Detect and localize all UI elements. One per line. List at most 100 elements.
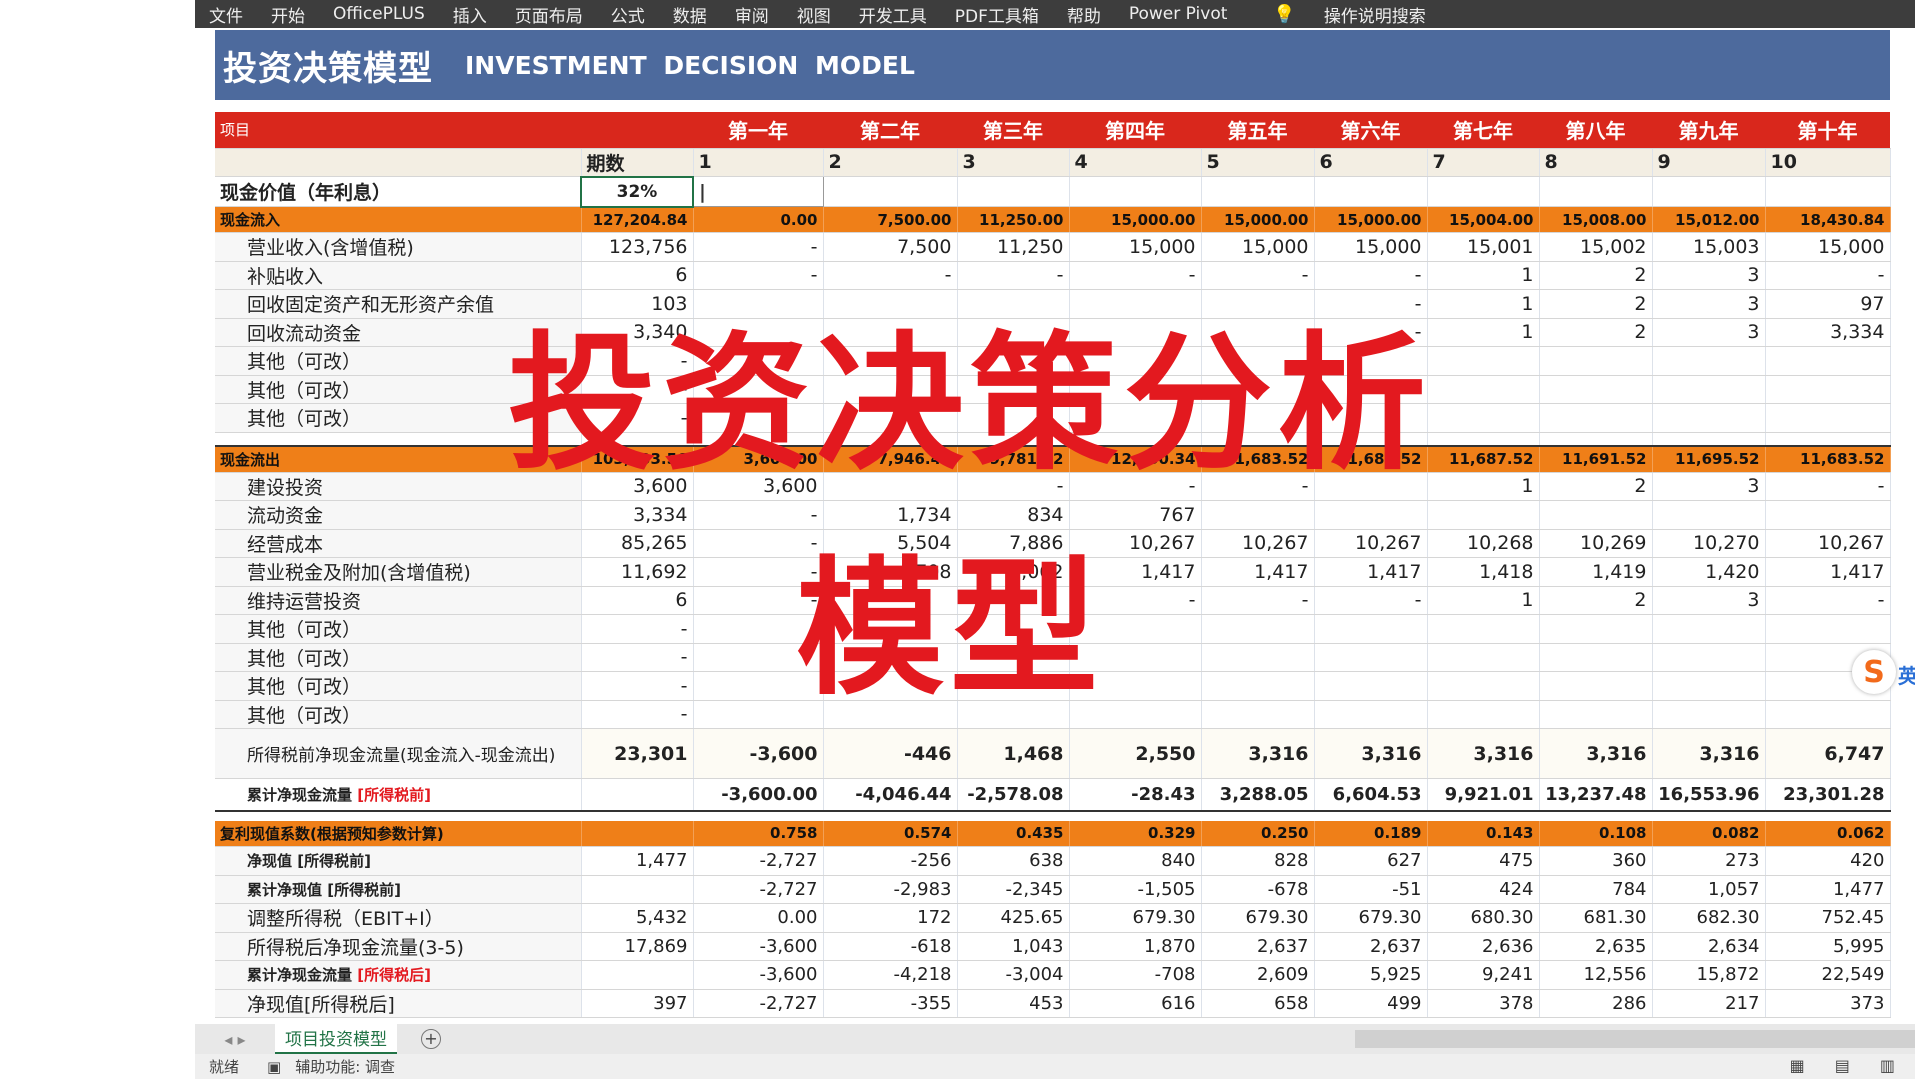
outflow-item-val-4[interactable] [1069, 700, 1202, 729]
bottom-val-4[interactable]: -1,505 [1069, 875, 1202, 904]
outflow-val-5[interactable]: 11,683.52 [1201, 446, 1315, 473]
outflow-item-val-7[interactable] [1427, 500, 1540, 530]
cum-pretax-val-8[interactable]: 13,237.48 [1539, 778, 1653, 812]
inflow-item-val-0[interactable]: 123,756 [581, 232, 694, 262]
inflow-item-val-0[interactable]: 3,340 [581, 318, 694, 347]
inflow-item-val-1[interactable] [693, 403, 824, 433]
inflow-item-label[interactable]: 回收固定资产和无形资产余值 [215, 289, 582, 319]
period-3[interactable]: 3 [957, 148, 1070, 177]
inflow-item-val-1[interactable]: - [693, 261, 824, 290]
cum-pretax-label[interactable]: 累计净现金流量 [所得税前] [215, 778, 582, 812]
outflow-val-2[interactable]: 7,946.44 [823, 446, 958, 473]
outflow-item-val-8[interactable] [1539, 643, 1653, 672]
inflow-item-val-2[interactable] [823, 346, 958, 376]
outflow-item-val-9[interactable] [1652, 614, 1766, 644]
outflow-item-label[interactable]: 营业税金及附加(含增值税) [215, 557, 582, 587]
inflow-item-val-3[interactable] [957, 403, 1070, 433]
outflow-item-val-2[interactable]: 708 [823, 557, 958, 587]
ribbon-tab-9[interactable]: 开发工具 [845, 2, 941, 27]
outflow-val-4[interactable]: 12,450.34 [1069, 446, 1202, 473]
sheet-nav-arrows-icon[interactable]: ◂ ▸ [195, 1030, 275, 1049]
bottom-val-0[interactable]: 1,477 [581, 846, 694, 876]
spacer[interactable] [215, 432, 582, 447]
cum-pretax-val-10[interactable]: 23,301.28 [1765, 778, 1891, 812]
spacer[interactable] [1427, 432, 1540, 447]
bottom-val-4[interactable]: 679.30 [1069, 903, 1202, 933]
outflow-item-val-5[interactable] [1201, 500, 1315, 530]
bottom-val-7[interactable]: 378 [1427, 989, 1540, 1018]
inflow-item-val-6[interactable] [1314, 346, 1428, 376]
bottom-val-5[interactable]: 658 [1201, 989, 1315, 1018]
bottom-val-8[interactable]: 784 [1539, 875, 1653, 904]
inflow-item-val-1[interactable] [693, 318, 824, 347]
inflow-item-val-5[interactable]: 15,000 [1201, 232, 1315, 262]
bottom-val-10[interactable]: 373 [1765, 989, 1891, 1018]
pretax-ncf-val-7[interactable]: 3,316 [1427, 728, 1540, 779]
inflow-item-val-8[interactable] [1539, 375, 1653, 404]
cum-pretax-val-4[interactable]: -28.43 [1069, 778, 1202, 812]
outflow-val-10[interactable]: 11,683.52 [1765, 446, 1891, 473]
outflow-item-label[interactable]: 建设投资 [215, 472, 582, 501]
pretax-ncf-val-4[interactable]: 2,550 [1069, 728, 1202, 779]
bottom-val-6[interactable]: 5,925 [1314, 960, 1428, 990]
bottom-val-3[interactable]: 453 [957, 989, 1070, 1018]
outflow-item-val-7[interactable]: 1 [1427, 586, 1540, 615]
inflow-item-val-2[interactable] [823, 375, 958, 404]
bottom-label[interactable]: 净现值 [所得税前] [215, 846, 582, 876]
inflow-item-val-1[interactable]: - [693, 232, 824, 262]
outflow-item-val-4[interactable]: - [1069, 472, 1202, 501]
inflow-item-label[interactable]: 其他（可改） [215, 375, 582, 404]
header-year-5[interactable]: 第五年 [1201, 112, 1314, 149]
inflow-item-val-1[interactable] [693, 289, 824, 319]
bottom-val-7[interactable]: 680.30 [1427, 903, 1540, 933]
bottom-val-4[interactable]: 616 [1069, 989, 1202, 1018]
outflow-item-val-0[interactable]: - [581, 643, 694, 672]
gap[interactable] [823, 811, 957, 821]
outflow-item-val-8[interactable]: 2 [1539, 472, 1653, 501]
outflow-item-val-8[interactable] [1539, 671, 1653, 701]
gap[interactable] [1201, 811, 1314, 821]
header-total[interactable] [581, 112, 693, 149]
horizontal-scrollbar[interactable] [1355, 1030, 1915, 1048]
bottom-val-5[interactable]: 2,609 [1201, 960, 1315, 990]
inflow-item-val-5[interactable]: - [1201, 261, 1315, 290]
bottom-val-1[interactable]: -2,727 [693, 875, 824, 904]
bottom-val-2[interactable]: -4,218 [823, 960, 958, 990]
bottom-val-0[interactable] [581, 875, 694, 904]
discount-val-5[interactable]: 0.250 [1201, 820, 1315, 847]
bottom-val-8[interactable]: 12,556 [1539, 960, 1653, 990]
header-label[interactable]: 项目 [215, 112, 581, 149]
inflow-item-val-5[interactable] [1201, 318, 1315, 347]
inflow-item-val-6[interactable]: - [1314, 318, 1428, 347]
bottom-val-10[interactable]: 420 [1765, 846, 1891, 876]
bottom-val-2[interactable]: 172 [823, 903, 958, 933]
inflow-item-val-4[interactable] [1069, 403, 1202, 433]
outflow-item-val-5[interactable]: - [1201, 472, 1315, 501]
cum-pretax-val-7[interactable]: 9,921.01 [1427, 778, 1540, 812]
discount-val-10[interactable]: 0.062 [1765, 820, 1891, 847]
outflow-item-val-7[interactable] [1427, 614, 1540, 644]
inflow-item-val-3[interactable]: 11,250 [957, 232, 1070, 262]
bottom-val-9[interactable]: 15,872 [1652, 960, 1766, 990]
inflow-item-val-10[interactable]: - [1765, 261, 1891, 290]
bottom-val-4[interactable]: -708 [1069, 960, 1202, 990]
bottom-val-4[interactable]: 1,870 [1069, 932, 1202, 961]
spacer[interactable] [693, 432, 824, 447]
outflow-val-8[interactable]: 11,691.52 [1539, 446, 1653, 473]
bottom-val-5[interactable]: 2,637 [1201, 932, 1315, 961]
bottom-val-2[interactable]: -355 [823, 989, 958, 1018]
inflow-item-val-6[interactable]: - [1314, 289, 1428, 319]
bottom-val-10[interactable]: 5,995 [1765, 932, 1891, 961]
bottom-val-3[interactable]: 425.65 [957, 903, 1070, 933]
header-year-4[interactable]: 第四年 [1069, 112, 1201, 149]
outflow-item-val-1[interactable] [693, 643, 824, 672]
pretax-ncf-val-2[interactable]: -446 [823, 728, 958, 779]
inflow-item-val-1[interactable] [693, 346, 824, 376]
pv-empty-7[interactable] [1652, 176, 1766, 207]
outflow-item-val-2[interactable] [823, 700, 958, 729]
outflow-item-val-3[interactable]: 1,062 [957, 557, 1070, 587]
inflow-item-val-4[interactable] [1069, 318, 1202, 347]
bottom-val-3[interactable]: 1,043 [957, 932, 1070, 961]
outflow-item-label[interactable]: 其他（可改） [215, 614, 582, 644]
cum-pretax-val-3[interactable]: -2,578.08 [957, 778, 1070, 812]
